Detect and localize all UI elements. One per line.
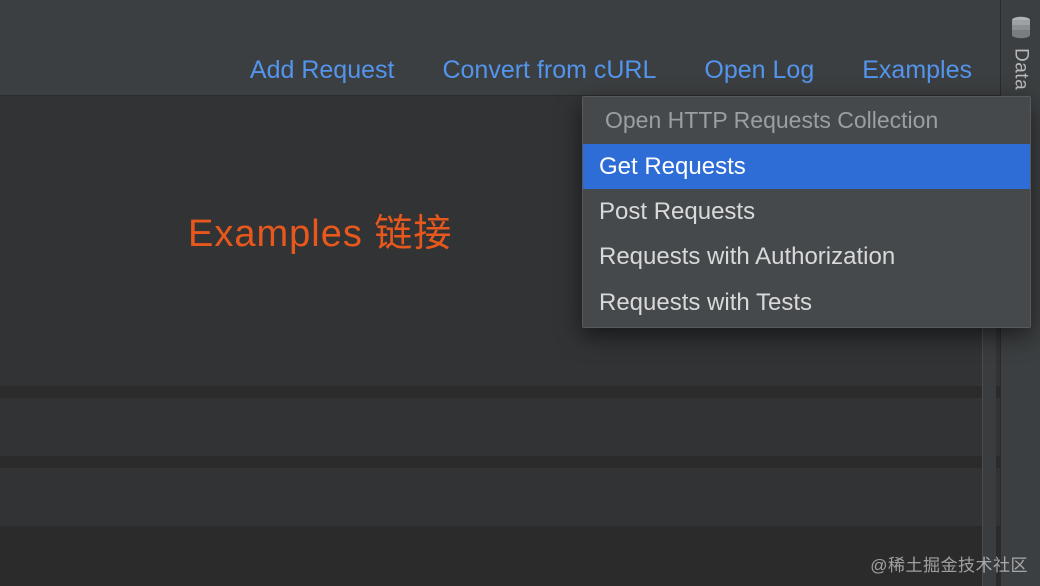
editor-row-stripe — [0, 398, 1000, 456]
database-icon[interactable] — [1010, 16, 1032, 40]
popup-item-requests-tests[interactable]: Requests with Tests — [583, 280, 1030, 325]
examples-popup: Open HTTP Requests Collection Get Reques… — [582, 96, 1031, 328]
open-log-link[interactable]: Open Log — [704, 56, 814, 85]
popup-item-requests-authorization[interactable]: Requests with Authorization — [583, 234, 1030, 279]
editor-row-stripe — [0, 468, 1000, 526]
convert-curl-link[interactable]: Convert from cURL — [442, 56, 656, 85]
watermark: @稀土掘金技术社区 — [870, 551, 1028, 576]
titlebar-strip — [0, 0, 1000, 47]
http-client-toolbar: Add Request Convert from cURL Open Log E… — [0, 46, 1000, 96]
right-tool-label[interactable]: Data — [1010, 48, 1032, 90]
add-request-link[interactable]: Add Request — [250, 56, 395, 85]
popup-title: Open HTTP Requests Collection — [583, 97, 1030, 144]
examples-link[interactable]: Examples — [862, 56, 972, 85]
annotation-label: Examples 链接 — [188, 202, 452, 257]
popup-item-post-requests[interactable]: Post Requests — [583, 189, 1030, 234]
popup-item-get-requests[interactable]: Get Requests — [583, 144, 1030, 189]
